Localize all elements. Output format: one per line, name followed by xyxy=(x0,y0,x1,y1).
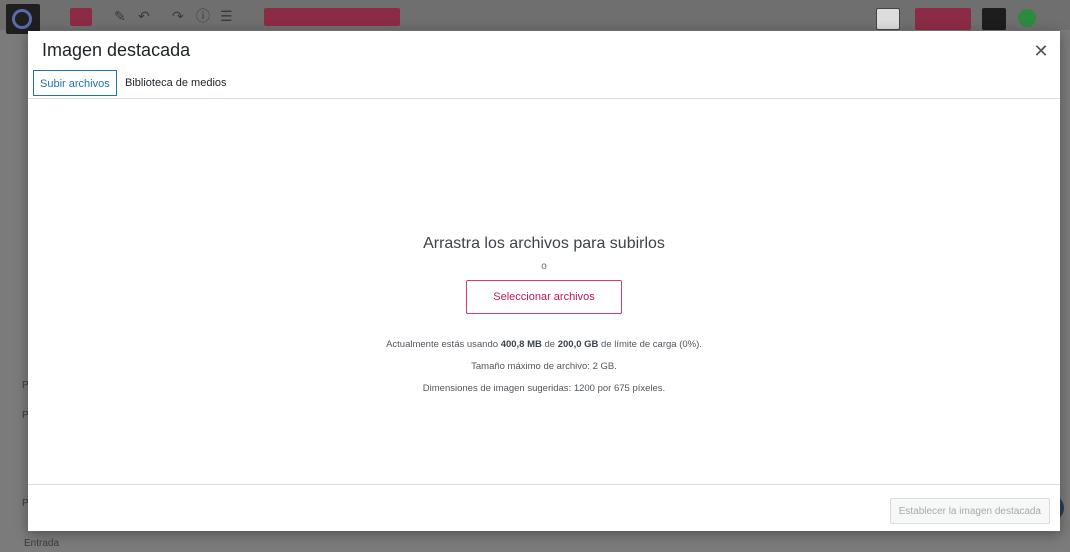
upload-usage-text: Actualmente estás usando 400,8 MB de 200… xyxy=(28,339,1060,350)
add-block-button xyxy=(70,8,92,26)
info-icon: ⓘ xyxy=(196,8,210,24)
set-featured-image-button[interactable]: Establecer la imagen destacada xyxy=(889,498,1050,524)
usage-limit: 200,0 GB xyxy=(557,339,599,350)
max-file-size-text: Tamaño máximo de archivo: 2 GB. xyxy=(471,361,617,372)
editor-toolbar: ✎ ↶ ↷ ⓘ ☰ xyxy=(0,0,1070,34)
tab-upload-files[interactable]: Subir archivos xyxy=(33,70,117,96)
redo-icon: ↷ xyxy=(172,8,184,24)
modal-footer: Establecer la imagen destacada xyxy=(28,484,1060,531)
or-text: o xyxy=(541,261,547,272)
select-files-button[interactable]: Seleccionar archivos xyxy=(466,280,622,314)
list-view-icon: ☰ xyxy=(220,8,233,24)
toolbar-action-button xyxy=(264,8,400,26)
modal-tabs: Subir archivos Biblioteca de medios xyxy=(28,68,1060,99)
edit-icon: ✎ xyxy=(114,8,126,24)
site-logo xyxy=(6,4,40,34)
close-icon[interactable]: ✕ xyxy=(1030,40,1052,62)
preview-button xyxy=(876,8,900,30)
suggested-dimensions-text: Dimensiones de imagen sugeridas: 1200 po… xyxy=(422,383,666,394)
featured-image-modal: Imagen destacada ✕ Subir archivos Biblio… xyxy=(28,31,1060,531)
modal-title: Imagen destacada xyxy=(42,40,191,60)
bg-sidebar-label: Entrada xyxy=(24,538,60,549)
drop-title: Arrastra los archivos para subirlos xyxy=(423,235,665,252)
undo-icon: ↶ xyxy=(138,8,150,24)
settings-icon xyxy=(982,8,1006,30)
usage-prefix: Actualmente estás usando xyxy=(386,339,501,350)
usage-suffix: de límite de carga (0%). xyxy=(598,339,702,350)
publish-button xyxy=(915,8,971,30)
usage-mid: de xyxy=(541,339,558,350)
tab-media-library[interactable]: Biblioteca de medios xyxy=(119,70,233,96)
plugin-icon xyxy=(1018,9,1036,27)
upload-dropzone[interactable]: Arrastra los archivos para subirlos o Se… xyxy=(28,99,1060,483)
usage-used: 400,8 MB xyxy=(500,339,542,350)
